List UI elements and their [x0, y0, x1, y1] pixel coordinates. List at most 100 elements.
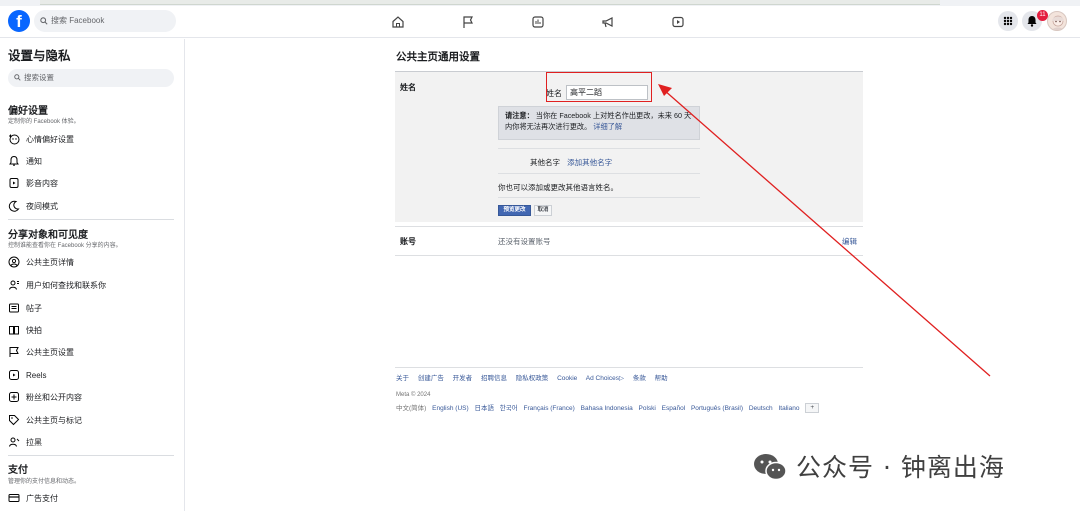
ads-nav-button[interactable] — [598, 12, 618, 32]
flag-outline-icon — [9, 347, 19, 357]
notice-bold: 请注意： — [505, 111, 534, 120]
sidebar-item-find-contact[interactable]: 用户如何查找和联系你 — [8, 279, 178, 293]
language-link[interactable]: Polski — [639, 405, 656, 412]
watermark-text: 公众号 · 钟离出海 — [796, 453, 1005, 482]
language-link[interactable]: Français (France) — [524, 405, 575, 412]
menu-button[interactable] — [998, 11, 1018, 31]
sidebar-item-label: 拉黑 — [26, 438, 42, 447]
sidebar-item-notifications[interactable]: 通知 — [8, 155, 178, 169]
panel-divider — [498, 173, 700, 174]
sidebar-item-label: 影音内容 — [26, 179, 58, 188]
more-languages-button[interactable]: + — [805, 403, 820, 414]
language-link[interactable]: 한국어 — [500, 405, 518, 412]
language-link[interactable]: Deutsch — [749, 405, 773, 412]
sidebar-item-stories[interactable]: 快拍 — [8, 324, 178, 338]
sidebar-item-page-settings[interactable]: 公共主页设置 — [8, 346, 178, 360]
add-language-hint: 你也可以添加或更改其他语言姓名。 — [498, 183, 618, 192]
footer-divider — [395, 367, 863, 368]
sidebar-item-label: 通知 — [26, 157, 42, 166]
facebook-search-input[interactable]: 搜索 Facebook — [34, 10, 176, 32]
sidebar-item-posts[interactable]: 帖子 — [8, 302, 178, 316]
sidebar-item-tagging[interactable]: 公共主页与标记 — [8, 414, 178, 428]
footer-link-careers[interactable]: 招聘信息 — [481, 375, 507, 382]
sidebar-item-label: 公共主页设置 — [26, 348, 74, 357]
home-nav-button[interactable] — [388, 12, 408, 32]
settings-sidebar: 设置与隐私 搜索设置 偏好设置 定制你的 Facebook 体验。 心情偏好设置… — [0, 39, 185, 511]
learn-more-link[interactable]: 详细了解 — [593, 122, 622, 131]
sidebar-item-page-details[interactable]: 公共主页详情 — [8, 256, 178, 270]
account-edit-link[interactable]: 编辑 — [842, 236, 857, 247]
settings-search-placeholder: 搜索设置 — [24, 73, 54, 82]
sidebar-item-dark-mode[interactable]: 夜间模式 — [8, 200, 178, 214]
row-divider — [395, 226, 863, 227]
block-user-icon — [9, 437, 20, 447]
cancel-button[interactable]: 取消 — [534, 205, 552, 216]
language-link[interactable]: Español — [662, 405, 686, 412]
sidebar-item-ad-payments[interactable]: 广告支付 — [8, 492, 178, 506]
media-icon — [9, 178, 19, 188]
person-search-icon — [9, 280, 19, 290]
pages-nav-button[interactable] — [458, 12, 478, 32]
footer-link-ad-choices[interactable]: Ad Choices▷ — [586, 375, 624, 382]
sidebar-item-label: 夜间模式 — [26, 202, 58, 211]
dashboard-nav-button[interactable] — [528, 12, 548, 32]
sidebar-item-label: 广告支付 — [26, 494, 58, 503]
language-link[interactable]: Português (Brasil) — [691, 405, 743, 412]
profile-circle-icon — [8, 256, 20, 268]
footer-link-terms[interactable]: 条款 — [633, 375, 646, 382]
language-selector: 中文(简体) English (US) 日本語 한국어 Français (Fr… — [396, 402, 823, 414]
posts-icon — [9, 303, 19, 313]
wechat-icon — [754, 454, 787, 481]
language-link[interactable]: 日本語 — [474, 405, 494, 412]
facebook-logo[interactable]: f — [8, 10, 30, 32]
sidebar-item-label: Reels — [26, 371, 47, 380]
sidebar-item-label: 快拍 — [26, 326, 42, 335]
footer-link-create-ad[interactable]: 创建广告 — [418, 375, 444, 382]
grid-menu-icon — [1003, 16, 1013, 26]
sidebar-divider — [8, 219, 174, 220]
sidebar-title: 设置与隐私 — [8, 49, 71, 63]
sidebar-divider — [8, 455, 174, 456]
sidebar-item-label: 用户如何查找和联系你 — [26, 281, 106, 290]
other-names-label: 其他名字 — [530, 158, 560, 167]
avatar-icon — [1051, 15, 1065, 30]
language-link[interactable]: English (US) — [432, 405, 468, 412]
panel-divider — [498, 148, 700, 149]
wechat-watermark: 公众号 · 钟离出海 — [752, 448, 1005, 484]
moon-icon — [8, 200, 20, 212]
language-link[interactable]: Italiano — [778, 405, 799, 412]
language-link[interactable]: Bahasa Indonesia — [581, 405, 633, 412]
sidebar-item-reaction-preferences[interactable]: 心情偏好设置 — [8, 133, 178, 147]
footer-link-about[interactable]: 关于 — [396, 375, 409, 382]
video-nav-button[interactable] — [668, 12, 688, 32]
section-heading-preferences: 偏好设置 — [8, 106, 48, 117]
add-other-names-link[interactable]: 添加其他名字 — [567, 158, 612, 167]
name-change-notice: 请注意： 当你在 Facebook 上对姓名作出更改，未来 60 天内你将无法再… — [498, 106, 700, 140]
footer-link-cookie[interactable]: Cookie — [557, 375, 577, 382]
sidebar-item-followers[interactable]: 粉丝和公开内容 — [8, 391, 178, 405]
sidebar-item-blocking[interactable]: 拉黑 — [8, 436, 178, 450]
profile-avatar[interactable] — [1047, 11, 1067, 31]
search-icon — [14, 74, 21, 81]
name-section-label: 姓名 — [400, 83, 416, 92]
section-subtitle-payments: 管理你的支付信息和动态。 — [8, 479, 81, 485]
settings-search-input[interactable]: 搜索设置 — [8, 69, 174, 87]
section-heading-payments: 支付 — [8, 465, 28, 476]
sidebar-item-reels[interactable]: Reels — [8, 369, 178, 383]
credit-card-icon — [8, 494, 20, 502]
footer-link-help[interactable]: 帮助 — [655, 375, 668, 382]
sidebar-item-label: 粉丝和公开内容 — [26, 393, 82, 402]
sidebar-item-media[interactable]: 影音内容 — [8, 177, 178, 191]
video-icon — [672, 16, 684, 28]
flag-icon — [463, 16, 473, 28]
other-names-row: 其他名字 添加其他名字 — [530, 157, 612, 168]
preview-changes-button[interactable]: 预览更改 — [498, 205, 531, 216]
reaction-icon — [9, 134, 20, 145]
reels-icon — [9, 370, 19, 380]
sidebar-item-label: 心情偏好设置 — [26, 135, 74, 144]
footer-link-privacy[interactable]: 隐私权政策 — [516, 375, 549, 382]
footer-link-developers[interactable]: 开发者 — [453, 375, 473, 382]
home-icon — [392, 16, 404, 28]
account-label: 账号 — [400, 237, 416, 246]
book-icon — [9, 326, 19, 335]
